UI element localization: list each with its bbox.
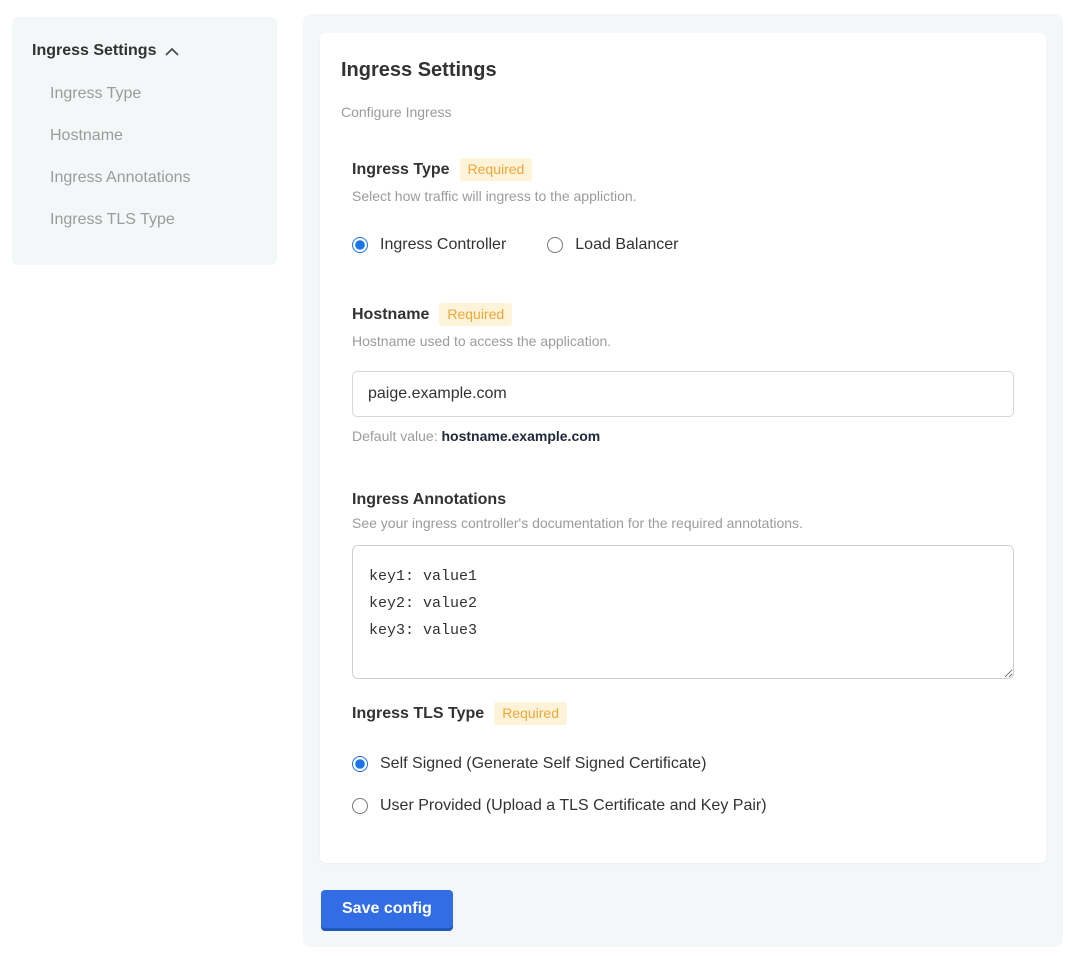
sidebar-item-hostname[interactable]: Hostname <box>50 128 257 144</box>
hostname-default-line: Default value: hostname.example.com <box>352 429 1014 444</box>
sidebar-group-ingress-settings[interactable]: Ingress Settings <box>32 42 257 60</box>
sidebar-group-label: Ingress Settings <box>32 42 156 60</box>
group-ingress-annotations: Ingress Annotations See your ingress con… <box>352 491 1014 679</box>
ingress-type-help: Select how traffic will ingress to the a… <box>352 189 1014 204</box>
radio-label: Self Signed (Generate Self Signed Certif… <box>380 755 706 772</box>
group-ingress-type: Ingress Type Required Select how traffic… <box>352 158 1014 253</box>
chevron-up-icon <box>165 47 179 56</box>
radio-label: User Provided (Upload a TLS Certificate … <box>380 797 767 814</box>
required-badge: Required <box>494 702 567 725</box>
page-title: Ingress Settings <box>341 60 1015 81</box>
sidebar-item-ingress-annotations[interactable]: Ingress Annotations <box>50 170 257 186</box>
radio-option-user-provided[interactable]: User Provided (Upload a TLS Certificate … <box>352 797 1014 814</box>
ingress-controller-radio[interactable] <box>352 237 368 253</box>
radio-label: Load Balancer <box>575 236 678 253</box>
required-badge: Required <box>439 303 512 326</box>
form-groups: Ingress Type Required Select how traffic… <box>352 158 1014 814</box>
annotations-label: Ingress Annotations <box>352 491 506 508</box>
hostname-help: Hostname used to access the application. <box>352 334 1014 349</box>
hostname-input[interactable] <box>352 371 1014 417</box>
group-ingress-tls-type: Ingress TLS Type Required Self Signed (G… <box>352 702 1014 814</box>
config-card: Ingress Settings Configure Ingress Ingre… <box>320 33 1046 863</box>
sidebar-item-ingress-tls-type[interactable]: Ingress TLS Type <box>50 212 257 228</box>
radio-label: Ingress Controller <box>380 236 506 253</box>
hostname-label: Hostname <box>352 306 429 323</box>
radio-option-load-balancer[interactable]: Load Balancer <box>547 236 678 253</box>
sidebar-item-list: Ingress Type Hostname Ingress Annotation… <box>32 86 257 228</box>
ingress-type-options: Ingress Controller Load Balancer <box>352 236 1014 253</box>
self-signed-radio[interactable] <box>352 756 368 772</box>
annotations-help: See your ingress controller's documentat… <box>352 516 1014 531</box>
page-subtitle: Configure Ingress <box>341 105 1015 120</box>
config-panel: Ingress Settings Configure Ingress Ingre… <box>303 14 1063 947</box>
default-value-prefix: Default value: <box>352 428 442 444</box>
annotations-textarea[interactable]: key1: value1 key2: value2 key3: value3 <box>352 545 1014 679</box>
radio-option-self-signed[interactable]: Self Signed (Generate Self Signed Certif… <box>352 755 1014 772</box>
tls-type-label: Ingress TLS Type <box>352 705 484 722</box>
ingress-type-label: Ingress Type <box>352 161 450 178</box>
tls-type-options: Self Signed (Generate Self Signed Certif… <box>352 755 1014 814</box>
radio-option-ingress-controller[interactable]: Ingress Controller <box>352 236 506 253</box>
group-hostname: Hostname Required Hostname used to acces… <box>352 303 1014 444</box>
default-value-text: hostname.example.com <box>442 428 601 444</box>
sidebar-item-ingress-type[interactable]: Ingress Type <box>50 86 257 102</box>
save-config-button[interactable]: Save config <box>321 890 453 928</box>
config-nav-sidebar: Ingress Settings Ingress Type Hostname I… <box>12 17 277 265</box>
load-balancer-radio[interactable] <box>547 237 563 253</box>
user-provided-radio[interactable] <box>352 798 368 814</box>
required-badge: Required <box>460 158 533 181</box>
